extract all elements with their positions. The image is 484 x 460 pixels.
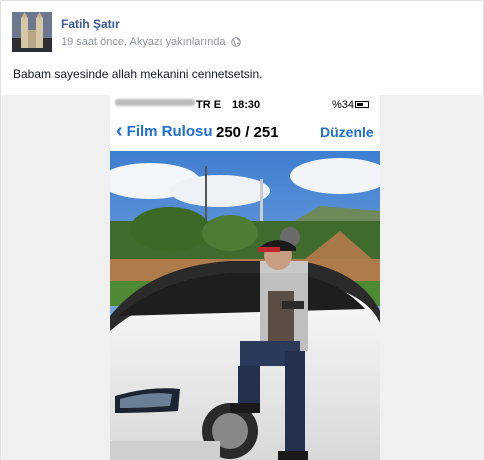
back-label: Film Rulosu: [126, 123, 213, 140]
globe-icon[interactable]: [230, 37, 241, 47]
blurred-carrier: [115, 99, 195, 106]
battery-percent: %34: [332, 99, 355, 111]
phone-status-bar: TR E 18:30 %34: [110, 95, 380, 115]
author-name-link[interactable]: Fatih Şatır: [61, 17, 120, 31]
profile-avatar[interactable]: [12, 12, 52, 52]
attached-photo-phone-screenshot[interactable]: TR E 18:30 %34 ‹ Film Rulosu 250 / 251 D…: [110, 95, 380, 460]
edit-button: Düzenle: [320, 124, 374, 140]
battery-icon: [355, 101, 369, 108]
post-timestamp-location[interactable]: 19 saat önce, Akyazı yakınlarında: [61, 36, 226, 48]
photo-counter: 250 / 251: [216, 124, 279, 141]
post-message: Babam sayesinde allah mekanini cennetset…: [13, 67, 263, 81]
feed-post: Fatih Şatır 19 saat önce, Akyazı yakınla…: [0, 0, 484, 460]
post-meta: 19 saat önce, Akyazı yakınlarında: [61, 36, 241, 48]
phone-nav-bar: ‹ Film Rulosu 250 / 251 Düzenle: [110, 117, 380, 147]
chevron-left-icon: ‹: [116, 120, 123, 142]
photo-image: [110, 151, 380, 460]
back-button: ‹ Film Rulosu: [116, 120, 213, 142]
status-time: 18:30: [232, 99, 261, 111]
network-indicator: TR E: [196, 99, 222, 111]
